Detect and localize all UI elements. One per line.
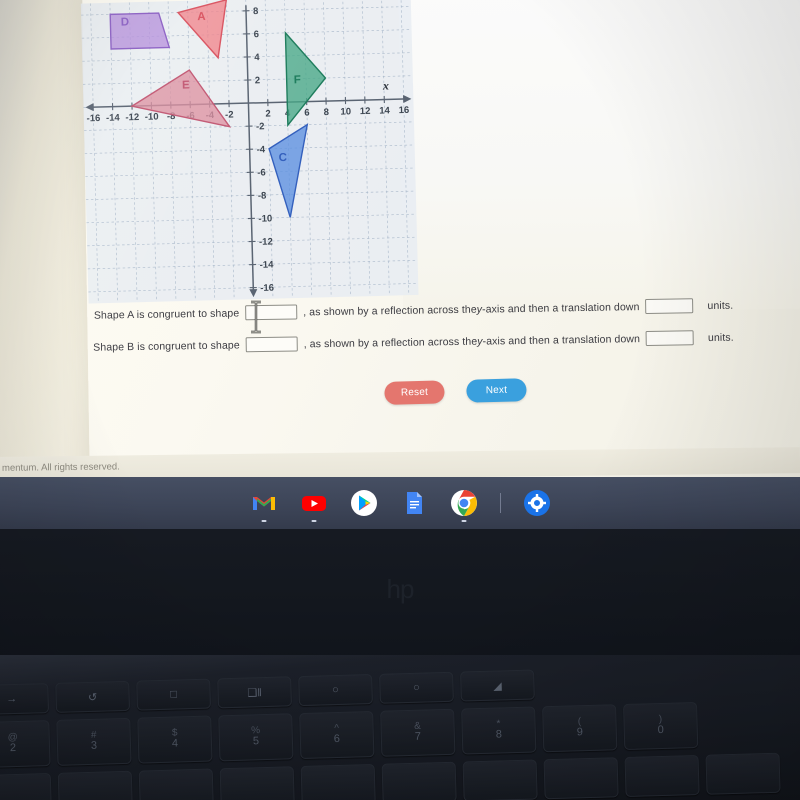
keyboard-key[interactable]: % 5 (218, 713, 294, 762)
keyboard-key[interactable]: #3 (56, 717, 132, 766)
youtube-icon[interactable] (300, 489, 328, 522)
laptop-screen: -16-14-12-10-8-6-4-22468101214168642-2-4… (0, 0, 800, 492)
svg-text:-16: -16 (260, 283, 274, 294)
google-docs-icon[interactable] (400, 489, 428, 517)
keyboard-key[interactable] (0, 773, 52, 800)
question-a-units-label: units. (707, 299, 734, 312)
chrome-icon[interactable] (450, 489, 478, 522)
keyboard-key[interactable]: * 8 (461, 706, 537, 755)
svg-text:10: 10 (340, 106, 351, 117)
gmail-icon[interactable] (250, 489, 278, 522)
keyboard-key[interactable] (624, 754, 700, 798)
svg-text:x: x (382, 78, 389, 92)
svg-text:16: 16 (399, 105, 410, 116)
keyboard-key[interactable]: ❑‖ (217, 676, 292, 709)
next-button[interactable]: Next (466, 378, 527, 403)
keyboard-key[interactable]: → (0, 683, 50, 716)
svg-text:-2: -2 (256, 121, 265, 132)
units-answer-input-a[interactable] (645, 298, 694, 315)
svg-text:-16: -16 (86, 113, 100, 124)
keyboard-key[interactable] (57, 770, 133, 800)
hp-logo: hp (386, 574, 415, 604)
svg-text:E: E (182, 79, 190, 91)
question-a-middle: , as shown by a reflection across the (303, 303, 477, 318)
svg-text:-12: -12 (125, 112, 139, 123)
svg-text:-2: -2 (225, 109, 234, 120)
svg-text:-14: -14 (106, 112, 121, 123)
keyboard-key[interactable]: ◢ (460, 669, 535, 702)
question-b-units-label: units. (707, 331, 734, 344)
play-store-icon[interactable] (350, 489, 378, 517)
svg-text:8: 8 (253, 6, 259, 17)
svg-text:2: 2 (255, 75, 261, 86)
svg-text:8: 8 (324, 107, 330, 118)
web-page-sheet: -16-14-12-10-8-6-4-22468101214168642-2-4… (80, 0, 800, 490)
screenshot-root: -16-14-12-10-8-6-4-22468101214168642-2-4… (0, 0, 800, 800)
footer-copyright: mentum. All rights reserved. (1, 461, 120, 474)
keyboard-key[interactable] (138, 768, 214, 800)
svg-text:6: 6 (304, 107, 310, 118)
keyboard-key[interactable]: ^ 6 (299, 711, 375, 760)
svg-text:-6: -6 (257, 167, 266, 178)
svg-text:-8: -8 (258, 190, 267, 201)
action-buttons: Reset Next (384, 378, 527, 405)
question-b-middle: , as shown by a reflection across the (303, 335, 478, 350)
question-b-middle2: -axis and then a translation down (482, 332, 641, 348)
units-answer-input-b[interactable] (645, 330, 695, 347)
reset-button[interactable]: Reset (384, 380, 445, 405)
shelf-divider (499, 493, 501, 513)
keyboard-key[interactable] (300, 763, 376, 800)
keyboard-key[interactable] (219, 766, 295, 800)
page-whitespace (398, 0, 800, 315)
laptop-keyboard-deck: → ↺ □ ❑‖ ○ ○ ◢ @2 #3 $4% 5 ^ 6 & 7 * 8(9) 0 (0, 655, 800, 800)
youtube-open-indicator (311, 520, 316, 522)
question-a-lead: Shape A is congruent to shape (93, 306, 240, 322)
keyboard-key[interactable] (543, 757, 619, 800)
graph-svg: -16-14-12-10-8-6-4-22468101214168642-2-4… (81, 0, 419, 304)
question-b-lead: Shape B is congruent to shape (93, 338, 240, 354)
svg-text:-10: -10 (145, 111, 159, 122)
gmail-open-indicator (261, 520, 266, 522)
keyboard-key[interactable]: @2 (0, 720, 51, 769)
svg-text:12: 12 (360, 106, 371, 117)
coordinate-graph: -16-14-12-10-8-6-4-22468101214168642-2-4… (80, 0, 419, 304)
settings-icon[interactable] (523, 489, 551, 517)
svg-text:A: A (197, 11, 206, 23)
svg-text:F: F (294, 74, 301, 86)
chromeos-shelf (0, 477, 800, 529)
svg-text:4: 4 (254, 52, 260, 63)
shape-answer-input-b[interactable] (245, 336, 298, 353)
keyboard-key[interactable]: ↺ (55, 680, 131, 713)
question-a-middle2: -axis and then a translation down (481, 300, 640, 316)
shape-answer-input-a[interactable] (245, 304, 298, 321)
keyboard-key[interactable] (462, 759, 538, 800)
keyboard-key[interactable]: & 7 (380, 708, 456, 757)
svg-text:-12: -12 (259, 236, 273, 247)
keyboard-key[interactable]: ○ (298, 674, 373, 707)
svg-text:C: C (279, 152, 288, 164)
keyboard-key[interactable] (705, 752, 781, 795)
laptop-bezel-bottom: hp (0, 529, 800, 669)
chrome-open-indicator (461, 520, 466, 522)
svg-text:-10: -10 (258, 213, 272, 224)
svg-text:-4: -4 (257, 144, 266, 155)
svg-text:14: 14 (379, 105, 391, 116)
svg-text:-14: -14 (260, 260, 275, 271)
keyboard: → ↺ □ ❑‖ ○ ○ ◢ @2 #3 $4% 5 ^ 6 & 7 * 8(9) 0 (0, 661, 800, 800)
svg-text:2: 2 (265, 109, 271, 120)
keyboard-key[interactable]: (9 (542, 704, 618, 753)
question-row-b: Shape B is congruent to shape , as shown… (88, 328, 800, 355)
keyboard-key[interactable] (381, 761, 457, 800)
keyboard-key[interactable]: ) 0 (623, 701, 699, 751)
keyboard-key[interactable]: ○ (379, 671, 454, 704)
question-list: Shape A is congruent to shape , as shown… (87, 296, 800, 372)
keyboard-key[interactable]: $4 (137, 715, 213, 764)
keyboard-key[interactable]: □ (136, 678, 212, 711)
svg-text:6: 6 (254, 29, 260, 40)
svg-text:D: D (121, 16, 130, 28)
